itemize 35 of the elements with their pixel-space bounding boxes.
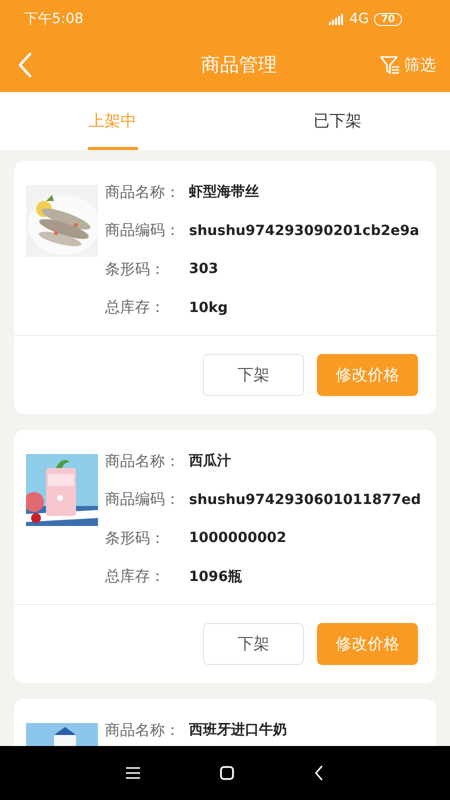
edit-price-button[interactable]: 修改价格 bbox=[317, 354, 418, 396]
field-label: 条形码： bbox=[105, 260, 166, 279]
field-value: 303 bbox=[189, 261, 218, 278]
field-value: 虾型海带丝 bbox=[189, 183, 259, 202]
field-label: 总库存： bbox=[105, 567, 166, 586]
field-value: 西班牙进口牛奶 bbox=[189, 721, 287, 740]
delist-button[interactable]: 下架 bbox=[203, 354, 304, 396]
back-icon[interactable] bbox=[314, 765, 324, 781]
field-label: 总库存： bbox=[105, 298, 166, 318]
field-value: shushu974293090201cb2e9a bbox=[189, 222, 420, 239]
field-label: 商品编码： bbox=[105, 490, 181, 510]
field-label: 商品名称： bbox=[105, 182, 181, 202]
field-value: shushu9742930601011877ed bbox=[189, 492, 421, 508]
field-value: 1000000002 bbox=[189, 530, 286, 546]
network-label: 4G bbox=[349, 11, 370, 27]
filter-icon bbox=[380, 55, 400, 75]
menu-icon[interactable] bbox=[126, 767, 140, 779]
edit-price-button[interactable]: 修改价格 bbox=[317, 623, 418, 665]
battery-indicator: 70 bbox=[374, 12, 402, 26]
signal-icon bbox=[329, 13, 344, 25]
tab[interactable]: 已下架 bbox=[225, 92, 450, 150]
delist-button[interactable]: 下架 bbox=[203, 623, 304, 665]
back-icon bbox=[18, 52, 32, 78]
field-label: 商品名称： bbox=[105, 720, 181, 740]
field-label: 条形码： bbox=[105, 528, 166, 548]
field-value: 西瓜汁 bbox=[189, 452, 231, 470]
field-label: 商品编码： bbox=[105, 221, 181, 240]
field-value: 10kg bbox=[189, 300, 228, 316]
field-label: 商品名称： bbox=[105, 452, 181, 471]
status-time: 下午5:08 bbox=[24, 10, 84, 28]
filter-button[interactable]: 筛选 bbox=[380, 54, 436, 76]
home-icon[interactable] bbox=[220, 766, 234, 780]
tab[interactable]: 上架中 bbox=[0, 92, 225, 150]
page-title: 商品管理 bbox=[201, 53, 277, 78]
field-value: 1096瓶 bbox=[189, 568, 242, 586]
